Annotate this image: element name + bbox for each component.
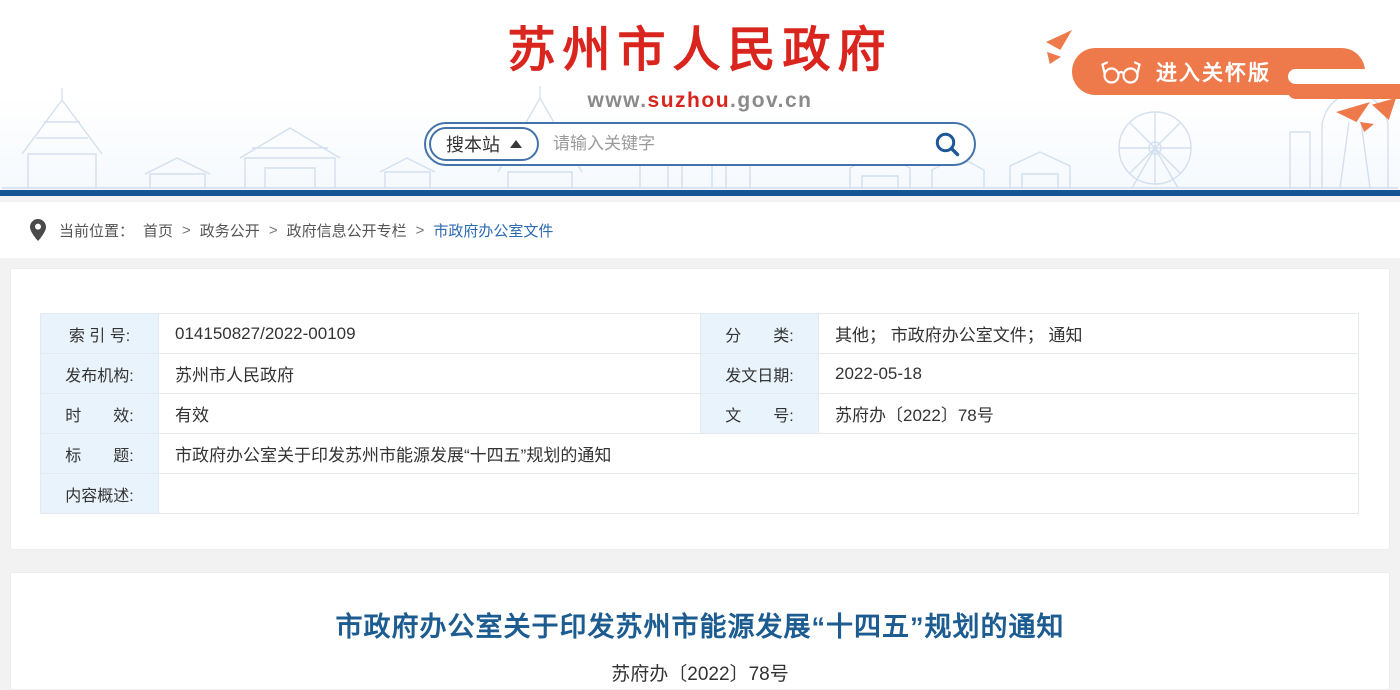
meta-value-doc-number: 苏府办〔2022〕78号 [819, 394, 1359, 434]
search-scope-label: 搜本站 [446, 131, 500, 157]
meta-row: 发布机构: 苏州市人民政府 发文日期: 2022-05-18 [41, 354, 1359, 394]
meta-label-category: 分 类: [701, 314, 819, 354]
breadcrumb-separator: > [182, 222, 191, 239]
breadcrumb-separator: > [269, 222, 278, 239]
breadcrumb-item-current[interactable]: 市政府办公室文件 [433, 220, 553, 241]
care-button-decoration [1288, 84, 1400, 99]
site-url-domain: suzhou [648, 89, 731, 112]
site-header: 苏州市人民政府 www.suzhou.gov.cn 搜本站 进入关怀版 [0, 0, 1400, 196]
site-url-suffix: .gov.cn [730, 89, 812, 112]
article-card: 市政府办公室关于印发苏州市能源发展“十四五”规划的通知 苏府办〔2022〕78号 [10, 572, 1390, 690]
care-button-decoration [1288, 69, 1374, 84]
search-scope-dropdown[interactable]: 搜本站 [429, 127, 539, 161]
meta-label-issue-date: 发文日期: [701, 354, 819, 394]
meta-row: 时 效: 有效 文 号: 苏府办〔2022〕78号 [41, 394, 1359, 434]
meta-value-index-number: 014150827/2022-00109 [159, 314, 701, 354]
document-meta-card: 索 引 号: 014150827/2022-00109 分 类: 其他； 市政府… [10, 268, 1390, 550]
meta-value-issue-date: 2022-05-18 [819, 354, 1359, 394]
meta-row: 索 引 号: 014150827/2022-00109 分 类: 其他； 市政府… [41, 314, 1359, 354]
location-pin-icon [30, 219, 46, 241]
site-search-bar: 搜本站 [424, 122, 976, 166]
meta-label-issuing-agency: 发布机构: [41, 354, 159, 394]
caret-up-icon [510, 140, 522, 148]
search-input[interactable] [539, 124, 934, 164]
breadcrumb: 当前位置： 首页 > 政务公开 > 政府信息公开专栏 > 市政府办公室文件 [0, 202, 1400, 258]
breadcrumb-item-govinfo[interactable]: 政务公开 [200, 220, 260, 241]
document-meta-table: 索 引 号: 014150827/2022-00109 分 类: 其他； 市政府… [40, 313, 1359, 514]
search-icon [934, 131, 961, 158]
breadcrumb-item-disclosure-column[interactable]: 政府信息公开专栏 [287, 220, 407, 241]
meta-label-doc-number: 文 号: [701, 394, 819, 434]
breadcrumb-item-home[interactable]: 首页 [143, 220, 173, 241]
search-button[interactable] [934, 131, 961, 158]
meta-label-index-number: 索 引 号: [41, 314, 159, 354]
care-version-label: 进入关怀版 [1156, 57, 1271, 87]
breadcrumb-label: 当前位置： [59, 220, 134, 241]
meta-row: 内容概述: [41, 474, 1359, 514]
meta-value-issuing-agency: 苏州市人民政府 [159, 354, 701, 394]
article-doc-number: 苏府办〔2022〕78号 [11, 659, 1389, 686]
meta-value-summary [159, 474, 1359, 514]
breadcrumb-separator: > [416, 222, 425, 239]
meta-label-validity: 时 效: [41, 394, 159, 434]
site-url-prefix: www. [587, 89, 647, 112]
article-title: 市政府办公室关于印发苏州市能源发展“十四五”规划的通知 [11, 605, 1389, 644]
meta-value-category: 其他； 市政府办公室文件； 通知 [819, 314, 1359, 354]
meta-row: 标 题: 市政府办公室关于印发苏州市能源发展“十四五”规划的通知 [41, 434, 1359, 474]
meta-value-title: 市政府办公室关于印发苏州市能源发展“十四五”规划的通知 [159, 434, 1359, 474]
meta-value-validity: 有效 [159, 394, 701, 434]
meta-label-summary: 内容概述: [41, 474, 159, 514]
meta-label-title: 标 题: [41, 434, 159, 474]
glasses-icon [1099, 59, 1143, 85]
